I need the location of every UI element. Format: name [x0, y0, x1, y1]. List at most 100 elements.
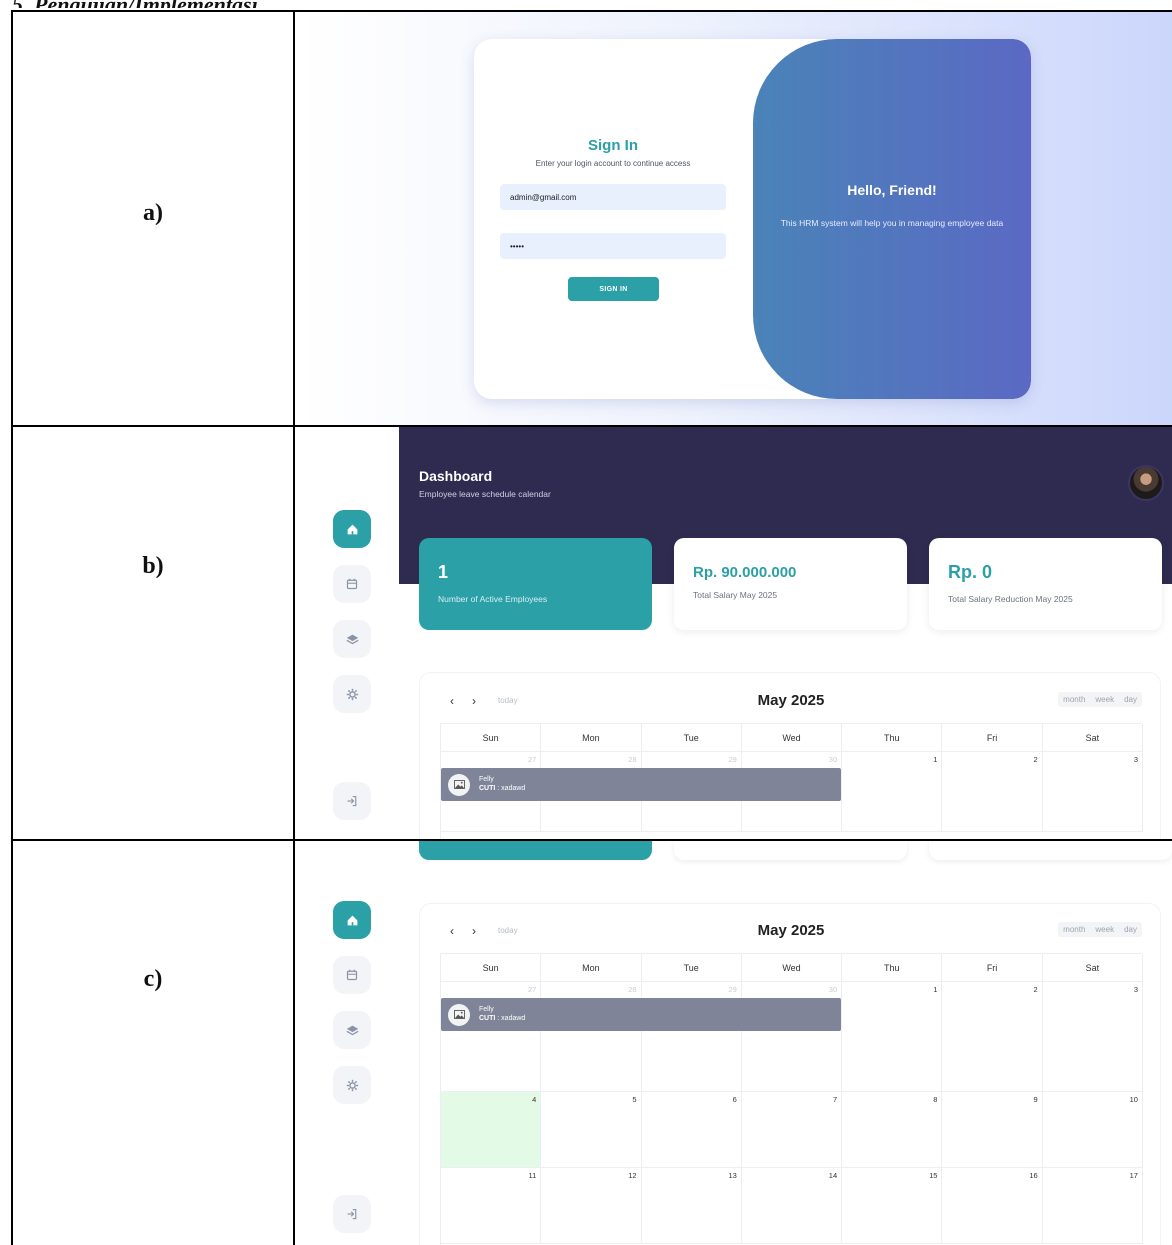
stat-label: Number of Active Employees: [438, 594, 548, 604]
password-field[interactable]: [500, 233, 726, 259]
event-employee-name: Felly: [479, 1005, 494, 1013]
day-cell[interactable]: 6: [641, 1092, 742, 1168]
sidebar-item-calendar[interactable]: [333, 565, 371, 603]
view-month-button[interactable]: month: [1058, 692, 1090, 707]
view-switcher: month week day: [1058, 692, 1142, 707]
day-cell[interactable]: 13: [641, 1168, 742, 1244]
day-cell[interactable]: 3: [1042, 752, 1143, 832]
calendar-title: May 2025: [757, 922, 825, 939]
event-employee-name: Felly: [479, 775, 494, 783]
row-label-a: a): [143, 200, 163, 226]
event-type: CUTI: [479, 784, 496, 792]
logout-icon: [347, 795, 357, 807]
calendar-icon: [346, 578, 358, 590]
weekday-header: Tue: [641, 724, 742, 752]
stat-label: Total Salary May 2025: [693, 590, 778, 600]
stat-card-peek: [929, 841, 1172, 860]
page-subtitle: Employee leave schedule calendar: [419, 489, 551, 499]
row-label-b: b): [142, 553, 164, 579]
event-text: Felly CUTI : xadawd: [479, 1006, 525, 1024]
stat-value: Rp. 90.000.000: [693, 564, 797, 581]
sidebar-item-layers[interactable]: [333, 620, 371, 658]
weekday-header: Sat: [1042, 954, 1143, 982]
stat-card-total-salary: Rp. 90.000.000 Total Salary May 2025: [674, 538, 907, 630]
day-cell[interactable]: 2: [942, 982, 1043, 1092]
welcome-panel: Hello, Friend! This HRM system will help…: [753, 39, 1031, 399]
logout-button[interactable]: [333, 782, 371, 820]
logout-icon: [347, 1208, 357, 1220]
day-cell[interactable]: 1: [842, 752, 943, 832]
day-cell[interactable]: 8: [842, 1092, 943, 1168]
view-week-button[interactable]: week: [1090, 922, 1119, 937]
view-day-button[interactable]: day: [1119, 922, 1142, 937]
email-field[interactable]: [500, 184, 726, 210]
weekday-header: Thu: [842, 724, 943, 752]
calendar-screenshot: ‹ › today May 2025 month week day Sun Mon…: [296, 841, 1172, 1245]
sidebar-item-home[interactable]: [333, 510, 371, 548]
stat-card-salary-reduction: Rp. 0 Total Salary Reduction May 2025: [929, 538, 1162, 630]
day-cell[interactable]: 17: [1042, 1168, 1143, 1244]
day-cell[interactable]: 3: [1042, 982, 1143, 1092]
sidebar-item-home[interactable]: [333, 901, 371, 939]
home-icon: [347, 524, 357, 534]
day-cell[interactable]: 4: [441, 1092, 542, 1168]
view-week-button[interactable]: week: [1090, 692, 1119, 707]
welcome-text: This HRM system will help you in managin…: [780, 218, 1004, 228]
sidebar-item-settings[interactable]: [333, 1066, 371, 1104]
stat-value: 1: [438, 562, 449, 582]
day-cell[interactable]: 5: [541, 1092, 642, 1168]
document-heading: 5. Pengujian/Implementasi: [12, 0, 258, 8]
day-cell[interactable]: 14: [741, 1168, 843, 1244]
login-title: Sign In: [588, 137, 638, 154]
weekday-header: Wed: [741, 724, 843, 752]
sidebar-item-settings[interactable]: [333, 675, 371, 713]
weekday-header: Mon: [541, 954, 642, 982]
day-cell[interactable]: 2: [942, 752, 1043, 832]
home-icon: [347, 915, 357, 925]
table-column-divider: [293, 10, 295, 1245]
image-placeholder-icon: [448, 773, 470, 796]
avatar[interactable]: [1128, 465, 1164, 501]
stat-card-peek: [674, 841, 907, 860]
weekday-header: Sat: [1042, 724, 1143, 752]
layers-icon: [345, 1025, 359, 1035]
gear-icon: [346, 1079, 358, 1091]
day-cell[interactable]: 10: [1042, 1092, 1143, 1168]
day-cell[interactable]: 11: [441, 1168, 542, 1244]
sidebar-item-layers[interactable]: [333, 1011, 371, 1049]
calendar-title: May 2025: [757, 692, 825, 709]
sign-in-button[interactable]: SIGN IN: [568, 277, 659, 301]
weekday-header: Sun: [441, 724, 542, 752]
calendar-grid: Sun Mon Tue Wed Thu Fri Sat 27 28 29 30 1 2 3 Felly CUT…: [440, 953, 1143, 1245]
leave-calendar: ‹ › today May 2025 month week day Sun Mon…: [419, 903, 1161, 1245]
day-cell[interactable]: 15: [842, 1168, 943, 1244]
event-note: : xadawd: [495, 784, 526, 792]
day-cell[interactable]: 7: [741, 1092, 843, 1168]
view-day-button[interactable]: day: [1119, 692, 1142, 707]
login-card: Sign In Enter your login account to cont…: [474, 39, 1031, 399]
weekday-header: Fri: [942, 954, 1043, 982]
dashboard-screenshot: Dashboard Employee leave schedule calend…: [296, 427, 1172, 839]
welcome-title: Hello, Friend!: [847, 182, 937, 198]
login-screenshot: Sign In Enter your login account to cont…: [296, 12, 1172, 425]
day-cell[interactable]: 12: [541, 1168, 642, 1244]
day-cell[interactable]: 1: [842, 982, 943, 1092]
weekday-header: Fri: [942, 724, 1043, 752]
layers-icon: [345, 634, 359, 644]
day-cell[interactable]: 16: [942, 1168, 1043, 1244]
stat-card-peek: [419, 841, 652, 860]
sidebar-item-calendar[interactable]: [333, 956, 371, 994]
calendar-grid: Sun Mon Tue Wed Thu Fri Sat 27 28 29 30 1 2 3 Felly CUT…: [440, 723, 1143, 839]
row-label-c: c): [143, 966, 163, 992]
table-border-left: [11, 10, 13, 1245]
day-cell[interactable]: 9: [942, 1092, 1043, 1168]
stat-label: Total Salary Reduction May 2025: [948, 594, 1073, 604]
gear-icon: [346, 688, 358, 700]
logout-button[interactable]: [333, 1195, 371, 1233]
view-month-button[interactable]: month: [1058, 922, 1090, 937]
weekday-header: Tue: [641, 954, 742, 982]
leave-event[interactable]: Felly CUTI : xadawd: [441, 768, 841, 801]
page-title: Dashboard: [419, 468, 493, 484]
leave-event[interactable]: Felly CUTI : xadawd: [441, 998, 841, 1031]
event-type: CUTI: [479, 1014, 496, 1022]
